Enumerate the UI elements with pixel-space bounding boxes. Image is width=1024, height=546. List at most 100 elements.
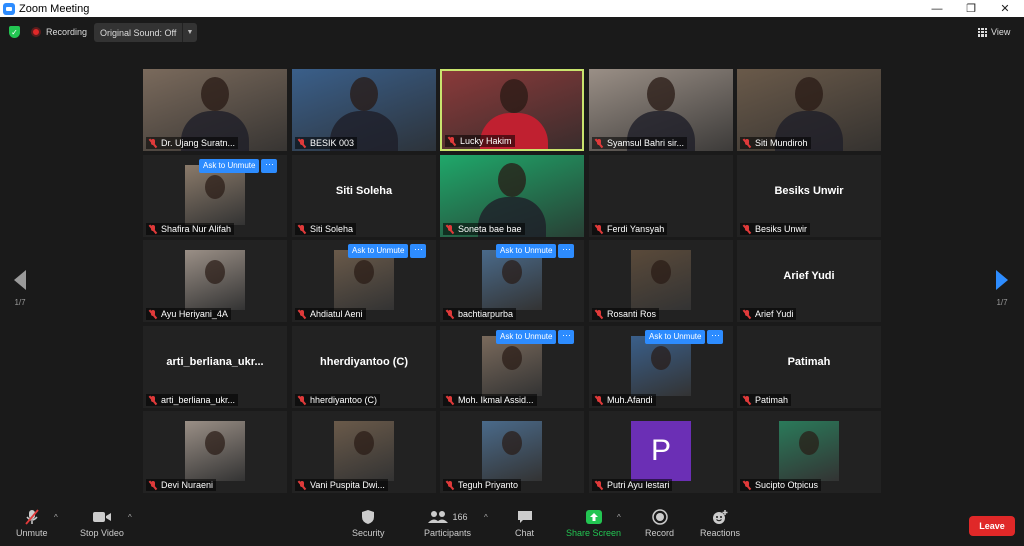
smiley-plus-icon xyxy=(711,508,729,526)
security-button[interactable]: Security xyxy=(352,508,385,538)
mic-muted-icon xyxy=(595,224,603,234)
page-indicator-right: 1/7 xyxy=(996,298,1008,307)
participant-tile[interactable]: Siti Soleha Siti Soleha xyxy=(292,155,436,237)
ask-to-unmute-button[interactable]: Ask to Unmute xyxy=(496,244,557,258)
participant-name: Teguh Priyanto xyxy=(458,480,519,490)
participant-tile[interactable]: Soneta bae bae xyxy=(440,155,584,237)
participant-name-tag: Muh.Afandi xyxy=(592,394,656,406)
participant-tile[interactable]: Ask to Unmute ··· Ahdiatul Aeni xyxy=(292,240,436,322)
participant-tile[interactable]: Ask to Unmute ··· bachtiarpurba xyxy=(440,240,584,322)
meeting-toolbar: Unmute ^ Stop Video ^ Security 166 Parti… xyxy=(0,500,1024,546)
participants-button[interactable]: 166 Participants xyxy=(424,508,471,538)
participant-name-tag: Patimah xyxy=(740,394,792,406)
original-sound-toggle[interactable]: Original Sound: Off ▼ xyxy=(94,23,197,42)
participant-tile[interactable]: Teguh Priyanto xyxy=(440,411,584,493)
mic-muted-icon xyxy=(743,395,751,405)
participant-tile[interactable]: Ferdi Yansyah xyxy=(589,155,733,237)
participant-tile[interactable]: Ask to Unmute ··· Muh.Afandi xyxy=(589,326,733,408)
more-options-button[interactable]: ··· xyxy=(261,159,278,173)
participant-video xyxy=(334,250,394,310)
unmute-button[interactable]: Unmute xyxy=(16,508,48,538)
share-options-chevron-icon[interactable]: ^ xyxy=(617,513,621,522)
more-options-button[interactable]: ··· xyxy=(558,330,575,344)
participant-name: Dr. Ujang Suratn... xyxy=(161,138,236,148)
participant-name-tag: BESIK 003 xyxy=(295,137,358,149)
ask-to-unmute-button[interactable]: Ask to Unmute xyxy=(645,330,706,344)
mic-muted-icon xyxy=(149,138,157,148)
video-options-chevron-icon[interactable]: ^ xyxy=(128,513,132,522)
participant-display-name: Patimah xyxy=(787,356,831,368)
participant-video xyxy=(482,336,542,396)
reactions-button[interactable]: Reactions xyxy=(700,508,740,538)
mic-muted-icon xyxy=(149,395,157,405)
person-silhouette xyxy=(502,346,522,370)
participant-name: Siti Soleha xyxy=(310,224,354,234)
recording-indicator[interactable]: Recording xyxy=(31,24,87,40)
ask-to-unmute-group: Ask to Unmute ··· xyxy=(348,244,427,258)
participant-tile[interactable]: arti_berliana_ukr... arti_berliana_ukr... xyxy=(143,326,287,408)
record-button[interactable]: Record xyxy=(645,508,674,538)
maximize-icon[interactable]: ❐ xyxy=(954,0,988,17)
participant-tile[interactable]: Arief Yudi Arief Yudi xyxy=(737,240,881,322)
participant-video xyxy=(185,250,245,310)
participant-tile[interactable]: P Putri Ayu lestari xyxy=(589,411,733,493)
more-options-button[interactable]: ··· xyxy=(558,244,575,258)
leave-button[interactable]: Leave xyxy=(969,516,1015,536)
arrow-left-icon xyxy=(14,270,26,290)
person-silhouette xyxy=(205,175,225,199)
stop-video-button[interactable]: Stop Video xyxy=(80,508,124,538)
chevron-down-icon[interactable]: ▼ xyxy=(182,23,197,42)
next-page-button[interactable]: 1/7 xyxy=(992,270,1012,307)
more-options-button[interactable]: ··· xyxy=(707,330,724,344)
participant-name-tag: Arief Yudi xyxy=(740,308,797,320)
ask-to-unmute-button[interactable]: Ask to Unmute xyxy=(199,159,260,173)
participant-name: Syamsul Bahri sir... xyxy=(607,138,685,148)
participant-tile[interactable]: Dr. Ujang Suratn... xyxy=(143,69,287,151)
mic-muted-icon xyxy=(149,480,157,490)
participant-tile[interactable]: Vani Puspita Dwi... xyxy=(292,411,436,493)
participant-name-tag: hherdiyantoo (C) xyxy=(295,394,381,406)
participant-tile[interactable]: Ask to Unmute ··· Moh. Ikmal Assid... xyxy=(440,326,584,408)
mic-muted-icon xyxy=(446,309,454,319)
close-icon[interactable]: ✕ xyxy=(988,0,1022,17)
participant-tile[interactable]: Syamsul Bahri sir... xyxy=(589,69,733,151)
participant-tile[interactable]: Devi Nuraeni xyxy=(143,411,287,493)
record-dot-icon xyxy=(31,27,41,37)
person-silhouette xyxy=(205,431,225,455)
security-shield-icon[interactable]: ✓ xyxy=(9,26,20,38)
record-icon xyxy=(651,508,668,526)
ask-to-unmute-button[interactable]: Ask to Unmute xyxy=(348,244,409,258)
page-indicator-left: 1/7 xyxy=(14,298,26,307)
mic-muted-icon xyxy=(446,395,454,405)
participant-tile[interactable]: Rosanti Ros xyxy=(589,240,733,322)
participant-tile[interactable]: Lucky Hakim xyxy=(440,69,584,151)
participant-tile[interactable]: Ayu Heriyani_4A xyxy=(143,240,287,322)
mic-muted-icon xyxy=(448,136,456,146)
previous-page-button[interactable]: 1/7 xyxy=(10,270,30,307)
participant-display-name: Arief Yudi xyxy=(783,270,835,282)
view-button[interactable]: View xyxy=(978,25,1010,39)
participant-tile[interactable]: Patimah Patimah xyxy=(737,326,881,408)
participant-name: Lucky Hakim xyxy=(460,136,512,146)
participant-name: Rosanti Ros xyxy=(607,309,657,319)
audio-options-chevron-icon[interactable]: ^ xyxy=(54,513,58,522)
participants-chevron-icon[interactable]: ^ xyxy=(484,513,488,522)
participant-video xyxy=(185,165,245,225)
ask-to-unmute-button[interactable]: Ask to Unmute xyxy=(496,330,557,344)
share-screen-button[interactable]: Share Screen xyxy=(566,508,621,538)
more-options-button[interactable]: ··· xyxy=(410,244,427,258)
participant-tile[interactable]: Sucipto Otpicus xyxy=(737,411,881,493)
participant-tile[interactable]: hherdiyantoo (C) hherdiyantoo (C) xyxy=(292,326,436,408)
participant-name: Besiks Unwir xyxy=(755,224,808,234)
participant-display-name: Siti Soleha xyxy=(335,185,393,197)
minimize-icon[interactable]: — xyxy=(920,0,954,17)
participant-name-tag: Siti Mundiroh xyxy=(740,137,811,149)
mic-muted-icon xyxy=(298,480,306,490)
participant-tile[interactable]: Besiks Unwir Besiks Unwir xyxy=(737,155,881,237)
participant-name-tag: Soneta bae bae xyxy=(443,223,525,235)
chat-button[interactable]: Chat xyxy=(515,508,534,538)
participant-tile[interactable]: Ask to Unmute ··· Shafira Nur Alifah xyxy=(143,155,287,237)
arrow-right-icon xyxy=(996,270,1008,290)
participant-tile[interactable]: BESIK 003 xyxy=(292,69,436,151)
participant-tile[interactable]: Siti Mundiroh xyxy=(737,69,881,151)
